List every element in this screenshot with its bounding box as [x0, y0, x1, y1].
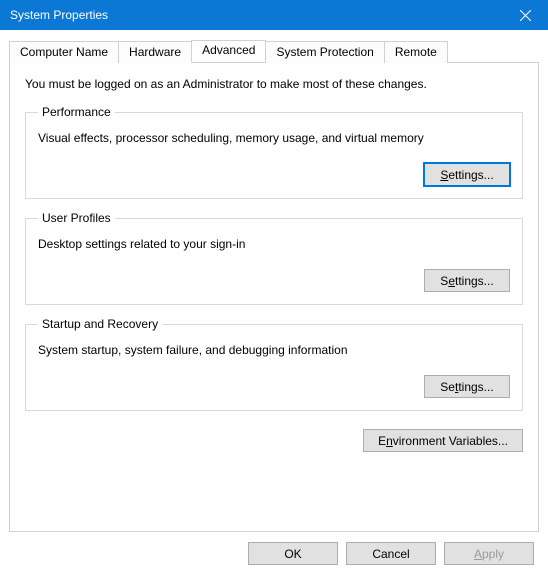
tab-strip: Computer Name Hardware Advanced System P… — [9, 40, 539, 62]
cancel-button[interactable]: Cancel — [346, 542, 436, 565]
group-startup-recovery-desc: System startup, system failure, and debu… — [38, 343, 510, 357]
group-performance-legend: Performance — [38, 105, 115, 119]
tab-advanced[interactable]: Advanced — [191, 40, 266, 62]
intro-text: You must be logged on as an Administrato… — [25, 77, 523, 91]
dialog-buttons: OK Cancel Apply — [0, 532, 548, 565]
tab-system-protection[interactable]: System Protection — [265, 41, 384, 63]
tab-panel-advanced: You must be logged on as an Administrato… — [9, 62, 539, 532]
group-user-profiles-legend: User Profiles — [38, 211, 115, 225]
close-button[interactable] — [503, 0, 548, 30]
tab-hardware[interactable]: Hardware — [118, 41, 192, 63]
tab-computer-name[interactable]: Computer Name — [9, 41, 119, 63]
group-user-profiles-desc: Desktop settings related to your sign-in — [38, 237, 510, 251]
window-title: System Properties — [10, 8, 108, 22]
group-performance-desc: Visual effects, processor scheduling, me… — [38, 131, 510, 145]
group-user-profiles: User Profiles Desktop settings related t… — [25, 211, 523, 305]
titlebar: System Properties — [0, 0, 548, 30]
user-profiles-settings-button[interactable]: Settings... — [424, 269, 510, 292]
environment-variables-button[interactable]: Environment Variables... — [363, 429, 523, 452]
group-performance: Performance Visual effects, processor sc… — [25, 105, 523, 199]
tab-remote[interactable]: Remote — [384, 41, 448, 63]
group-startup-recovery-legend: Startup and Recovery — [38, 317, 162, 331]
group-startup-recovery: Startup and Recovery System startup, sys… — [25, 317, 523, 411]
apply-button: Apply — [444, 542, 534, 565]
startup-settings-button[interactable]: Settings... — [424, 375, 510, 398]
close-icon — [520, 10, 531, 21]
ok-button[interactable]: OK — [248, 542, 338, 565]
performance-settings-button[interactable]: Settings... — [424, 163, 510, 186]
